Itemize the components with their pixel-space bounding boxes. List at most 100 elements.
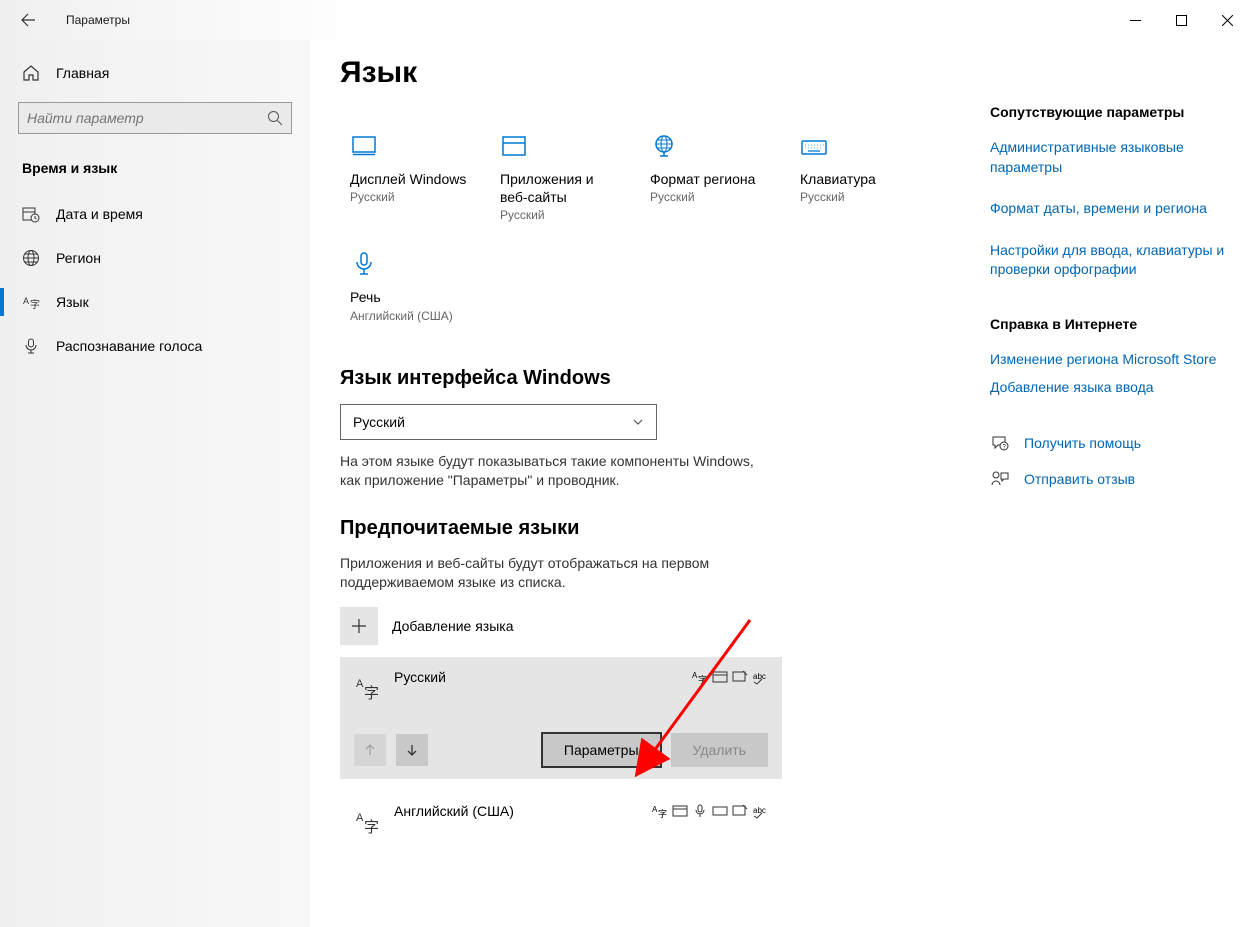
spell-cap-icon: abc [752,669,768,685]
display-cap-icon: A字 [692,669,708,685]
sidebar-item-language[interactable]: A字 Язык [0,280,310,324]
arrow-up-icon [363,743,377,757]
language-card-english[interactable]: A字 Английский (США) A字 abc [340,791,782,847]
svg-text:字: 字 [698,674,707,685]
tts-cap-icon [712,669,728,685]
language-name: Английский (США) [394,803,652,819]
help-title: Справка в Интернете [990,316,1230,332]
home-icon [22,64,40,82]
language-glyph-icon: A字 [354,673,382,701]
tile-label: Приложения и веб-сайты [500,170,620,206]
language-name: Русский [394,669,692,685]
related-link-input[interactable]: Настройки для ввода, клавиатуры и провер… [990,241,1230,280]
tile-speech[interactable]: Речь Английский (США) [340,240,470,340]
svg-text:字: 字 [364,685,379,701]
arrow-down-icon [405,743,419,757]
svg-text:A: A [356,678,364,690]
display-lang-desc: На этом языке будут показываться такие к… [340,452,770,491]
language-remove-button[interactable]: Удалить [671,733,768,767]
language-glyph-icon: A字 [354,807,382,835]
search-box[interactable] [18,102,292,134]
monitor-icon [350,132,378,160]
feedback-icon [990,469,1010,489]
svg-text:字: 字 [658,808,667,819]
tts-cap-icon [672,803,688,819]
close-button[interactable] [1204,0,1250,40]
section-display-lang: Язык интерфейса Windows [340,367,940,390]
microphone-icon [22,337,40,355]
sidebar-home[interactable]: Главная [0,54,310,92]
tile-sub: Русский [350,190,470,204]
help-link-add-input[interactable]: Добавление языка ввода [990,378,1230,398]
page-title: Язык [340,56,940,90]
tile-apps[interactable]: Приложения и веб-сайты Русский [490,122,620,240]
keyboard-cap-icon [712,803,728,819]
get-help-label: Получить помощь [1024,435,1141,451]
add-language-label: Добавление языка [392,618,514,634]
help-link-store-region[interactable]: Изменение региона Microsoft Store [990,350,1230,370]
chat-help-icon: ? [990,433,1010,453]
spell-cap-icon: abc [752,803,768,819]
get-help-link[interactable]: ? Получить помощь [990,433,1230,453]
speech-cap-icon [692,803,708,819]
tile-keyboard[interactable]: Клавиатура Русский [790,122,920,240]
language-icon: A字 [22,293,40,311]
sidebar-item-speech[interactable]: Распознавание голоса [0,324,310,368]
tile-label: Формат региона [650,170,770,188]
svg-text:字: 字 [30,298,40,311]
tile-label: Дисплей Windows [350,170,470,188]
minimize-icon [1130,15,1141,26]
keyboard-icon [800,132,828,160]
tile-label: Клавиатура [800,170,920,188]
minimize-button[interactable] [1112,0,1158,40]
search-icon [267,110,283,126]
svg-text:A: A [23,296,29,306]
sidebar-item-label: Регион [56,250,101,266]
related-link-dateformat[interactable]: Формат даты, времени и региона [990,199,1230,219]
display-language-dropdown[interactable]: Русский [340,404,657,440]
language-capabilities: A字 abc [652,803,768,819]
sidebar-item-label: Дата и время [56,206,143,222]
move-down-button[interactable] [396,734,428,766]
move-up-button[interactable] [354,734,386,766]
tile-sub: Русский [800,190,920,204]
language-card-russian[interactable]: A字 Русский A字 abc Параметры Удалить [340,657,782,779]
handwriting-cap-icon [732,669,748,685]
search-input[interactable] [27,110,267,126]
window-title: Параметры [66,13,130,27]
dropdown-selected: Русский [353,414,632,430]
maximize-button[interactable] [1158,0,1204,40]
chevron-down-icon [632,416,644,428]
microphone-icon [350,250,378,278]
tile-label: Речь [350,288,470,306]
feedback-link[interactable]: Отправить отзыв [990,469,1230,489]
sidebar-item-region[interactable]: Регион [0,236,310,280]
sidebar-item-datetime[interactable]: Дата и время [0,192,310,236]
plus-icon [350,617,368,635]
sidebar-item-label: Распознавание голоса [56,338,202,354]
back-button[interactable] [8,0,48,40]
tile-region-format[interactable]: Формат региона Русский [640,122,770,240]
svg-text:abc: abc [753,672,766,681]
arrow-left-icon [20,12,36,28]
globe-icon [22,249,40,267]
related-link-admin[interactable]: Административные языковые параметры [990,138,1230,177]
calendar-clock-icon [22,205,40,223]
language-capabilities: A字 abc [692,669,768,685]
window-icon [500,132,528,160]
preferred-desc: Приложения и веб-сайты будут отображатьс… [340,554,770,593]
display-cap-icon: A字 [652,803,668,819]
svg-text:A: A [356,812,364,824]
language-options-button[interactable]: Параметры [542,733,661,767]
sidebar-home-label: Главная [56,65,109,81]
tile-display[interactable]: Дисплей Windows Русский [340,122,470,240]
tile-sub: Русский [650,190,770,204]
related-title: Сопутствующие параметры [990,104,1230,120]
svg-text:字: 字 [364,819,379,835]
add-language-button[interactable]: Добавление языка [340,607,940,645]
close-icon [1222,15,1233,26]
handwriting-cap-icon [732,803,748,819]
section-preferred: Предпочитаемые языки [340,517,940,540]
svg-text:abc: abc [753,806,766,815]
globe-stand-icon [650,132,678,160]
